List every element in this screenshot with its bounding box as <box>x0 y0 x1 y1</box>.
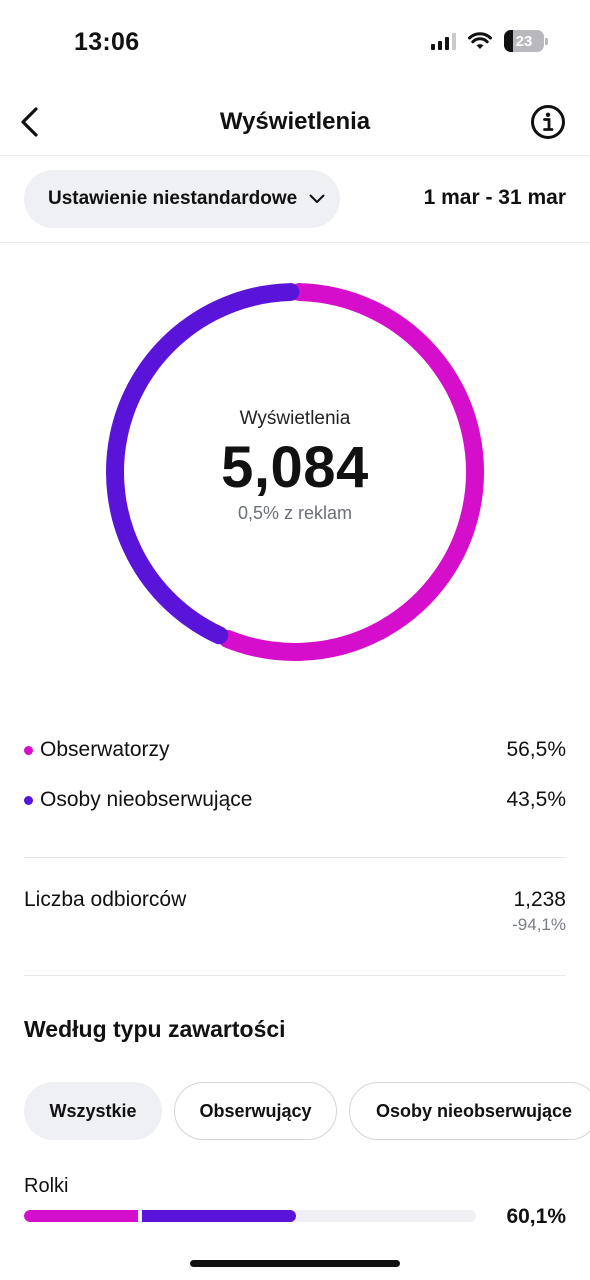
status-time: 13:06 <box>74 28 140 56</box>
content-type-label: Rolki <box>24 1175 69 1197</box>
legend-label: Obserwatorzy <box>40 738 170 761</box>
chip-followers[interactable]: Obserwujący <box>174 1082 337 1140</box>
content-type-percent: 60,1% <box>506 1205 566 1228</box>
header-bar: Wyświetlenia <box>0 90 590 156</box>
content-type-bar <box>24 1210 476 1222</box>
legend-label: Osoby nieobserwujące <box>40 788 253 811</box>
reach-label: Liczba odbiorców <box>24 888 187 911</box>
wifi-icon <box>468 32 492 49</box>
reach-value: 1,238 <box>513 888 566 911</box>
reach-row: Liczba odbiorców 1,238 -94,1% <box>24 886 566 946</box>
battery-level: 23 <box>515 32 533 50</box>
reach-change: -94,1% <box>512 915 566 934</box>
date-range-dropdown-label: Ustawienie niestandardowe <box>48 188 298 209</box>
filter-row: Ustawienie niestandardowe 1 mar - 31 mar <box>0 157 590 243</box>
cellular-signal-icon <box>431 32 456 50</box>
section-title: Według typu zawartości <box>24 1016 286 1042</box>
info-button[interactable] <box>530 104 566 140</box>
divider <box>24 975 566 976</box>
page-title: Wyświetlenia <box>219 108 371 135</box>
legend-dot <box>24 745 33 755</box>
donut-center: Wyświetlenia 5,084 0,5% z reklam <box>105 408 485 524</box>
donut-center-label: Wyświetlenia <box>239 408 351 429</box>
views-donut-chart: Wyświetlenia 5,084 0,5% z reklam <box>105 282 485 662</box>
date-range-text: 1 mar - 31 mar <box>423 186 566 209</box>
chip-all[interactable]: Wszystkie <box>24 1082 162 1140</box>
legend-row-non-followers: Osoby nieobserwujące 43,5% <box>24 785 566 815</box>
divider <box>24 857 566 858</box>
legend-value: 56,5% <box>506 738 566 761</box>
chevron-down-icon <box>309 194 325 203</box>
chip-non-followers[interactable]: Osoby nieobserwujące <box>349 1082 590 1140</box>
status-icons: 23 <box>431 30 548 52</box>
battery-icon: 23 <box>504 30 548 52</box>
legend-dot <box>24 795 33 805</box>
legend-row-followers: Obserwatorzy 56,5% <box>24 735 566 765</box>
legend-value: 43,5% <box>506 788 566 811</box>
info-circle-icon <box>531 105 565 139</box>
content-filter-chips: Wszystkie Obserwujący Osoby nieobserwują… <box>24 1082 590 1140</box>
home-indicator <box>190 1260 400 1267</box>
bar-segment-followers <box>24 1210 138 1222</box>
bar-segment-non-followers <box>141 1210 296 1222</box>
ads-share-note: 0,5% z reklam <box>237 503 353 523</box>
date-range-dropdown[interactable]: Ustawienie niestandardowe <box>24 170 340 228</box>
total-views-value: 5,084 <box>221 435 369 500</box>
